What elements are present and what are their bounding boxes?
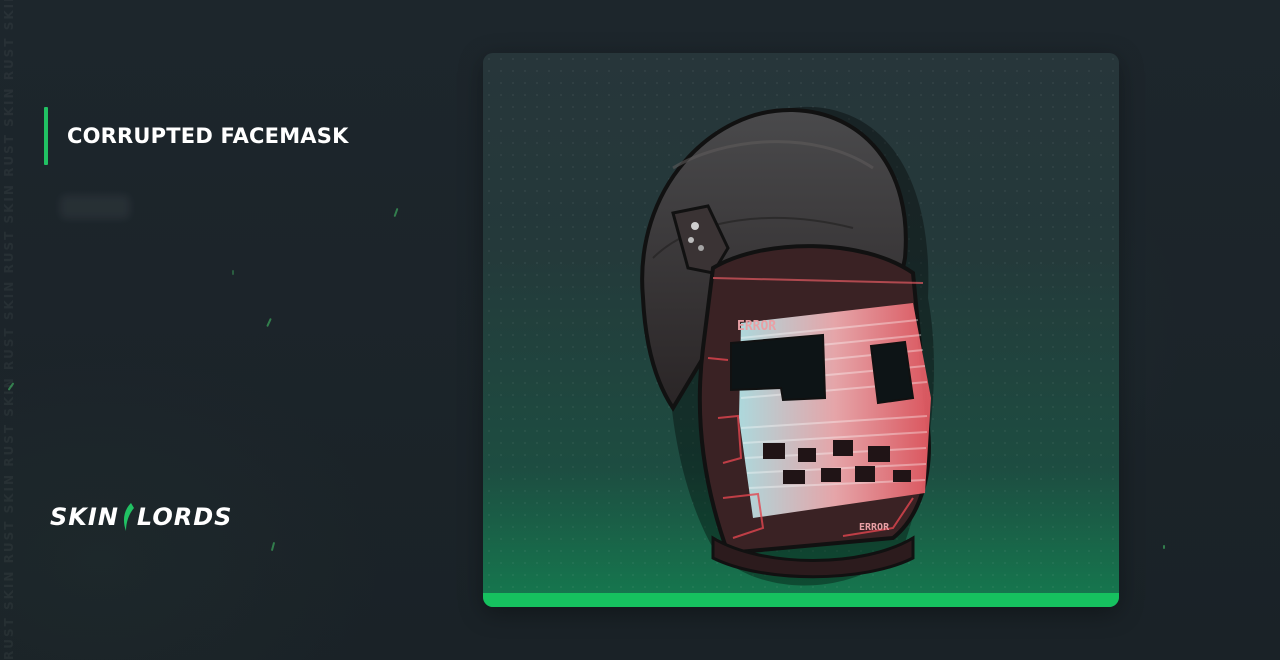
background-speck — [232, 270, 234, 275]
facemask-image: ERROR ERROR — [640, 106, 934, 586]
logo-text-right: LORDS — [136, 503, 233, 531]
blurred-subtitle — [60, 195, 130, 219]
mask-bottom-label: ERROR — [859, 522, 890, 533]
skinlords-logo: SKIN LORDS — [50, 500, 232, 534]
item-card: ERROR ERROR — [483, 53, 1119, 607]
card-accent-bar — [483, 593, 1119, 607]
mask-top-label: ERROR — [737, 319, 776, 334]
item-title: CORRUPTED FACEMASK — [67, 124, 349, 148]
logo-text-left: SKIN — [50, 503, 119, 531]
title-accent-bar — [44, 107, 48, 165]
logo-mark-icon — [123, 503, 134, 531]
item-title-block: CORRUPTED FACEMASK — [44, 107, 349, 165]
side-watermark: RUST SKIN RUST SKIN RUST SKIN RUST SKIN … — [2, 0, 16, 660]
background-speck — [1163, 545, 1165, 549]
